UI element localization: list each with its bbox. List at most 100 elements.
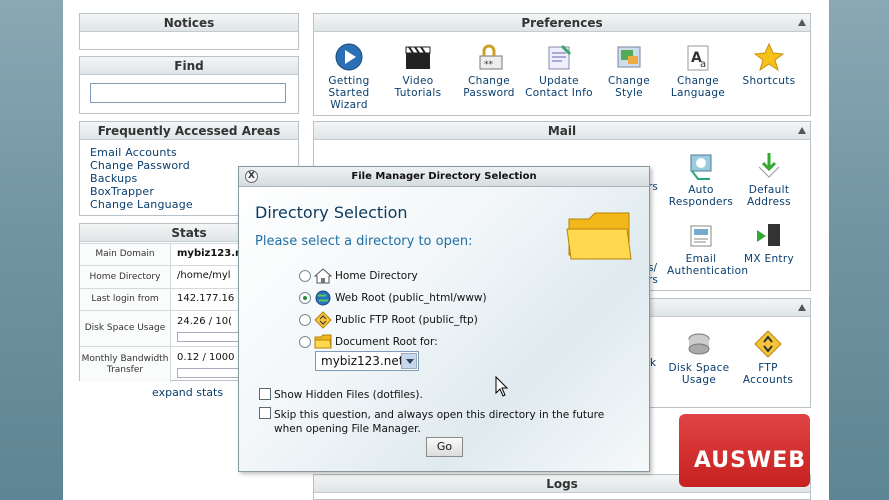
folder-small-icon	[314, 333, 332, 351]
mail-label: Email Authentication	[667, 253, 749, 277]
svg-text:a: a	[700, 59, 706, 70]
pref-video-tutorials[interactable]: Video Tutorials	[384, 41, 452, 99]
find-input[interactable]	[90, 83, 286, 103]
stats-label: Disk Space Usage	[80, 311, 171, 346]
link-change-password[interactable]: Change Password	[90, 159, 193, 172]
email-auth-icon	[685, 219, 717, 251]
dialog-heading: Directory Selection	[255, 203, 408, 222]
files-label: Disk Space Usage	[668, 362, 730, 386]
stats-label: Monthly Bandwidth Transfer	[80, 347, 171, 382]
link-email-accounts[interactable]: Email Accounts	[90, 146, 193, 159]
stats-label: Last login from	[80, 289, 171, 310]
mail-label: Auto Responders	[668, 184, 734, 208]
lock-icon: **	[473, 41, 505, 73]
option-label: Document Root for:	[335, 336, 438, 348]
pref-label: Change Style	[607, 75, 650, 99]
language-icon: Aa	[682, 41, 714, 73]
option-document-root[interactable]: Document Root for:	[299, 333, 438, 351]
pref-label: Change Language	[670, 75, 726, 99]
pref-label: Update Contact Info	[525, 75, 593, 99]
radio-web-root[interactable]	[299, 292, 311, 304]
expand-stats-link[interactable]: expand stats	[152, 386, 223, 399]
chevron-down-icon[interactable]	[401, 353, 417, 369]
globe-icon	[314, 289, 332, 307]
link-boxtrapper[interactable]: BoxTrapper	[90, 185, 193, 198]
files-label: FTP Accounts	[742, 362, 794, 386]
collapse-icon[interactable]	[798, 127, 806, 134]
link-backups[interactable]: Backups	[90, 172, 193, 185]
pref-update-contact[interactable]: Update Contact Info	[525, 41, 593, 99]
link-change-language[interactable]: Change Language	[90, 198, 193, 211]
option-web-root[interactable]: Web Root (public_html/www)	[299, 289, 487, 307]
pref-label: Getting Started Wizard	[328, 75, 370, 111]
collapse-icon[interactable]	[798, 19, 806, 26]
dialog-subheading: Please select a directory to open:	[255, 234, 473, 249]
stats-label: Home Directory	[80, 266, 171, 288]
mail-title-text: Mail	[547, 124, 577, 138]
pref-label: Video Tutorials	[394, 75, 442, 99]
find-panel: Find	[79, 56, 299, 114]
svg-text:**: **	[484, 60, 494, 70]
frequent-title: Frequently Accessed Areas	[80, 122, 298, 140]
files-disk-usage[interactable]: Disk Space Usage	[665, 328, 733, 386]
ftp-icon	[752, 328, 784, 360]
show-hidden-checkbox[interactable]: Show Hidden Files (dotfiles).	[259, 388, 423, 401]
pref-change-style[interactable]: Change Style	[595, 41, 663, 99]
option-label: Web Root (public_html/www)	[335, 292, 487, 304]
autoresponder-icon	[685, 150, 717, 182]
brand-text: AUSWEB	[693, 448, 806, 473]
find-title: Find	[80, 57, 298, 75]
preferences-title-text: Preferences	[521, 16, 603, 30]
mail-auto-responders[interactable]: Auto Responders	[667, 150, 735, 208]
checkbox-skip-question[interactable]	[259, 407, 271, 419]
option-home-directory[interactable]: Home Directory	[299, 267, 418, 285]
home-icon	[313, 267, 333, 285]
radio-home[interactable]	[299, 270, 311, 282]
clapperboard-icon	[402, 41, 434, 73]
right-backdrop	[829, 0, 889, 500]
style-icon	[613, 41, 645, 73]
domain-select-value: mybiz123.net	[321, 354, 404, 368]
mouse-cursor-icon	[495, 375, 509, 401]
contact-icon	[543, 41, 575, 73]
pref-label: Shortcuts	[742, 75, 796, 87]
pref-shortcuts[interactable]: Shortcuts	[735, 41, 803, 87]
option-label: Home Directory	[335, 270, 418, 282]
mail-mx-entry[interactable]: MX Entry	[735, 219, 803, 265]
mail-label: MX Entry	[744, 253, 794, 265]
mx-entry-icon	[753, 219, 785, 251]
files-partial-label: k	[650, 357, 657, 369]
mail-email-authentication[interactable]: Email Authentication	[667, 219, 749, 277]
pref-label: Change Password	[463, 75, 515, 99]
collapse-icon[interactable]	[798, 304, 806, 311]
skip-question-label: Skip this question, and always open this…	[274, 409, 605, 435]
pref-change-language[interactable]: Aa Change Language	[664, 41, 732, 99]
files-ftp-accounts[interactable]: FTP Accounts	[734, 328, 802, 386]
skip-question-checkbox[interactable]: Skip this question, and always open this…	[259, 407, 629, 436]
notices-panel: Notices	[79, 13, 299, 50]
notices-title: Notices	[80, 14, 298, 32]
option-public-ftp[interactable]: Public FTP Root (public_ftp)	[299, 311, 478, 329]
close-icon[interactable]: X	[245, 170, 258, 183]
play-icon	[333, 41, 365, 73]
domain-select[interactable]: mybiz123.net	[315, 351, 419, 371]
preferences-title: Preferences	[314, 14, 810, 32]
go-button[interactable]: Go	[426, 437, 463, 457]
mail-default-address[interactable]: Default Address	[735, 150, 803, 208]
radio-document-root[interactable]	[299, 336, 311, 348]
pref-getting-started[interactable]: Getting Started Wizard	[315, 41, 383, 111]
ftp-small-icon	[314, 311, 332, 329]
disk-icon	[683, 328, 715, 360]
default-address-icon	[753, 150, 785, 182]
checkbox-show-hidden[interactable]	[259, 388, 271, 400]
dialog-titlebar: X File Manager Directory Selection	[239, 167, 649, 187]
pref-change-password[interactable]: ** Change Password	[455, 41, 523, 99]
left-backdrop	[0, 0, 63, 500]
option-label: Public FTP Root (public_ftp)	[335, 314, 478, 326]
mail-title: Mail	[314, 122, 810, 140]
radio-public-ftp[interactable]	[299, 314, 311, 326]
star-icon	[753, 41, 785, 73]
dialog-title: File Manager Directory Selection	[351, 171, 537, 182]
stats-label: Main Domain	[80, 244, 171, 265]
file-manager-dialog: X File Manager Directory Selection Direc…	[238, 166, 650, 472]
